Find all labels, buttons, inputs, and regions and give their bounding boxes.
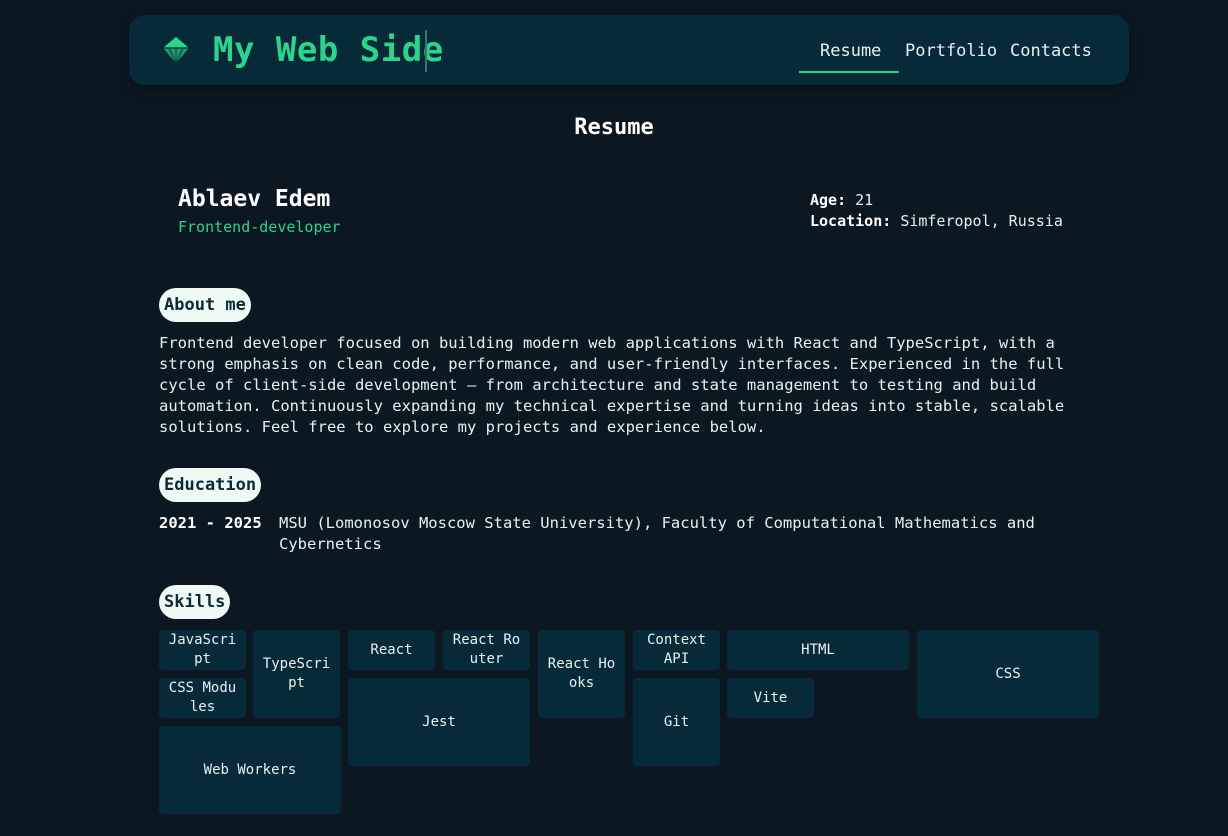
active-nav-underline	[799, 71, 899, 73]
skill-tag: CSS	[917, 630, 1099, 718]
skill-tag: HTML	[727, 630, 909, 670]
nav-contacts-link[interactable]: Contacts	[1010, 39, 1092, 63]
page-title: Resume	[574, 115, 654, 140]
location-value: Simferopol, Russia	[900, 212, 1063, 230]
nav-resume-link[interactable]: Resume	[820, 39, 881, 63]
gem-logo-icon	[163, 37, 189, 64]
education-years: 2021 - 2025	[159, 514, 262, 532]
age-value: 21	[855, 191, 874, 209]
profile-role: Frontend-developer	[178, 218, 341, 236]
about-heading: About me	[159, 288, 251, 322]
profile-location: Location: Simferopol, Russia	[810, 212, 1063, 230]
education-heading: Education	[159, 468, 262, 502]
skill-tag: Git	[633, 678, 720, 766]
skill-tag: React Router	[443, 630, 530, 670]
profile-age: Age: 21	[810, 191, 873, 209]
skill-tag: Web Workers	[159, 726, 341, 814]
location-label: Location:	[810, 212, 892, 230]
site-header: My Web Side Resume Portfolio Contacts	[129, 15, 1129, 85]
skill-tag: TypeScript	[253, 630, 340, 718]
skill-tag: React Hooks	[538, 630, 625, 718]
about-text: Frontend developer focused on building m…	[159, 334, 1065, 436]
skill-tag: Context API	[633, 630, 720, 670]
skill-tag: CSS Modules	[159, 678, 246, 718]
skill-tag: JavaScript	[159, 630, 246, 670]
education-text: MSU (Lomonosov Moscow State University),…	[279, 514, 1035, 553]
site-logo-text[interactable]: My Web Side	[213, 27, 444, 73]
text-cursor	[425, 30, 427, 72]
age-label: Age:	[810, 191, 847, 209]
skill-tag: React	[348, 630, 435, 670]
nav-portfolio-link[interactable]: Portfolio	[905, 39, 997, 63]
skill-tag: Vite	[727, 678, 814, 718]
skill-tag: Jest	[348, 678, 530, 766]
profile-name: Ablaev Edem	[178, 186, 331, 212]
skills-heading: Skills	[159, 585, 231, 619]
